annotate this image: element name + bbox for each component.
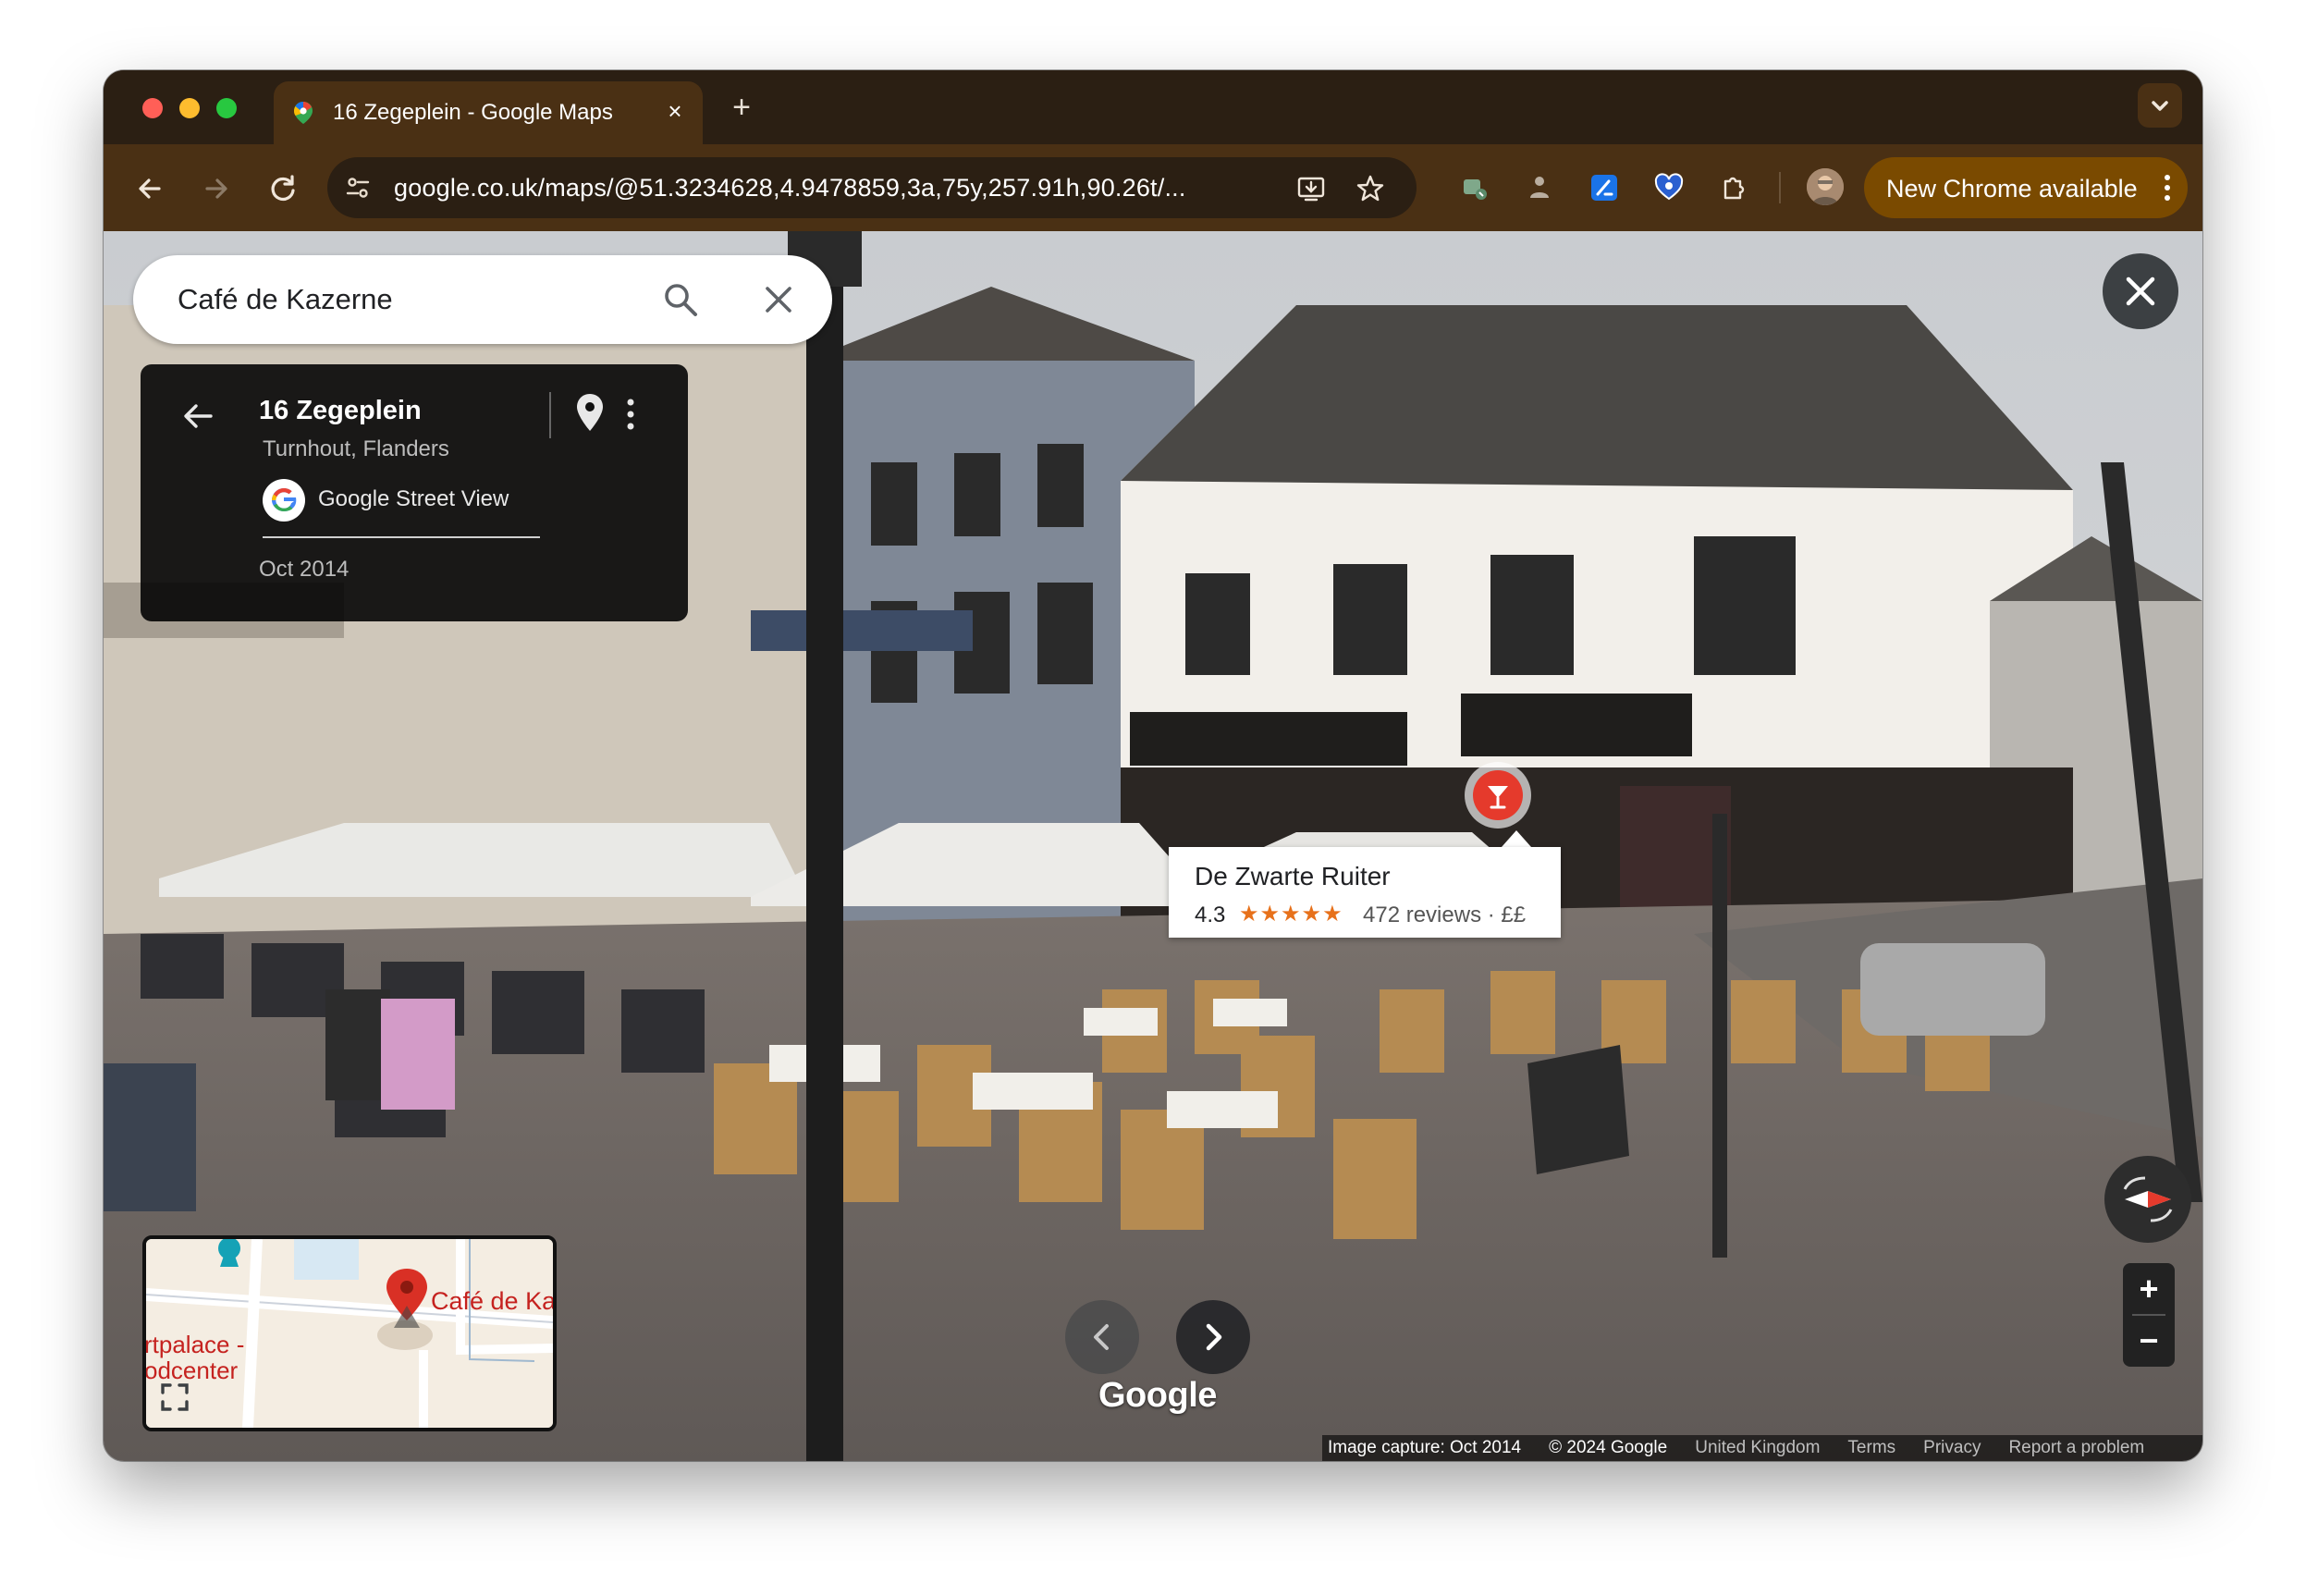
maximize-window-button[interactable] [216,98,237,118]
install-app-icon[interactable] [1296,174,1326,203]
extension-camera-icon[interactable] [1459,172,1490,203]
privacy-link[interactable]: Privacy [1923,1438,1981,1458]
compass-button[interactable] [2104,1156,2191,1243]
zoom-control: + − [2123,1263,2175,1367]
extensions-puzzle-icon[interactable] [1718,172,1749,203]
bookmark-star-icon[interactable] [1355,174,1385,203]
chevron-right-icon [1206,1323,1222,1351]
location-pin-icon[interactable] [573,392,607,433]
more-vert-icon [2165,175,2170,201]
place-card[interactable]: De Zwarte Ruiter 4.3 ★★★★★ 472 reviews ·… [1169,847,1561,938]
close-street-view-button[interactable] [2103,253,2178,329]
capture-date[interactable]: Oct 2014 [259,557,349,583]
rating-stars: ★★★★★ [1239,902,1343,927]
google-logo: Google [1098,1376,1217,1415]
new-tab-button[interactable]: + [725,91,758,124]
cocktail-glass-icon [1488,786,1508,809]
zoom-out-button[interactable]: − [2123,1315,2175,1367]
map-footer: Image capture: Oct 2014 © 2024 Google Un… [1322,1435,2202,1461]
pin-circle [1473,770,1523,820]
more-vert-icon[interactable] [625,398,636,431]
previous-image-button[interactable] [1065,1300,1139,1374]
extension-puzzle-person-icon[interactable] [1524,172,1555,203]
chevron-down-icon [2152,101,2168,111]
tab-close-icon[interactable]: × [660,96,690,126]
terms-link[interactable]: Terms [1847,1438,1895,1458]
location-title: 16 Zegeplein [259,396,422,425]
toolbar-divider [1779,172,1781,203]
next-image-button[interactable] [1176,1300,1250,1374]
browser-toolbar: google.co.uk/maps/@51.3234628,4.9478859,… [104,144,2202,231]
site-settings-icon[interactable] [344,174,372,202]
profile-avatar[interactable] [1807,168,1844,205]
google-maps-icon [294,102,313,124]
reload-icon[interactable] [263,168,303,209]
minimize-window-button[interactable] [179,98,200,118]
minimap[interactable]: Café de Ka rtpalace - odcenter [142,1235,557,1431]
extension-password-heart-icon[interactable] [1653,172,1685,203]
tab-search-button[interactable] [2138,83,2182,128]
minimap-place-label: Café de Ka [431,1287,557,1315]
card-pointer [1502,830,1531,847]
panel-underline [263,536,540,538]
tab-google-maps[interactable]: 16 Zegeplein - Google Maps × [274,81,703,144]
search-box[interactable]: Café de Kazerne [133,255,832,344]
minimap-side-label: rtpalace - odcenter [144,1331,245,1384]
location-info-panel: 16 Zegeplein Turnhout, Flanders Google S… [141,364,688,621]
street-view-panorama[interactable]: Café de Kazerne 16 Zegeplein Turnhout, F… [104,231,2202,1461]
street-view-source[interactable]: Google Street View [318,486,509,512]
location-subtitle: Turnhout, Flanders [263,436,449,461]
google-logo-icon [263,479,305,522]
new-chrome-available-button[interactable]: New Chrome available [1864,157,2188,218]
tab-title: 16 Zegeplein - Google Maps [333,100,613,125]
place-name: De Zwarte Ruiter [1195,862,1391,890]
back-arrow-icon[interactable] [129,168,170,209]
review-count: 472 reviews · ££ [1363,902,1527,927]
close-icon [2126,276,2155,306]
search-icon[interactable] [662,281,699,318]
back-arrow-icon[interactable] [179,398,216,435]
chevron-left-icon [1094,1324,1109,1350]
image-capture-label: Image capture: Oct 2014 [1328,1438,1522,1457]
forward-arrow-icon[interactable] [196,168,237,209]
place-rating: 4.3 [1195,902,1226,927]
copyright-label: © 2024 Google [1549,1438,1668,1457]
browser-window: 16 Zegeplein - Google Maps × + google.co… [104,70,2202,1461]
close-window-button[interactable] [142,98,163,118]
url-text: google.co.uk/maps/@51.3234628,4.9478859,… [394,174,1186,202]
report-problem-link[interactable]: Report a problem [2008,1438,2144,1458]
zoom-in-button[interactable]: + [2123,1263,2175,1315]
panel-divider [549,392,551,438]
update-label: New Chrome available [1886,175,2138,203]
user-avatar-icon [1807,168,1844,205]
tab-strip: 16 Zegeplein - Google Maps × + [104,70,2202,144]
extension-editor-icon[interactable] [1588,172,1620,203]
clear-search-icon[interactable] [762,283,795,316]
search-input[interactable]: Café de Kazerne [178,283,393,316]
region-link[interactable]: United Kingdom [1695,1438,1820,1458]
address-bar[interactable]: google.co.uk/maps/@51.3234628,4.9478859,… [327,157,1417,218]
bar-pin-marker[interactable] [1465,762,1531,829]
expand-icon[interactable] [159,1381,190,1413]
compass-icon [2123,1176,2173,1222]
